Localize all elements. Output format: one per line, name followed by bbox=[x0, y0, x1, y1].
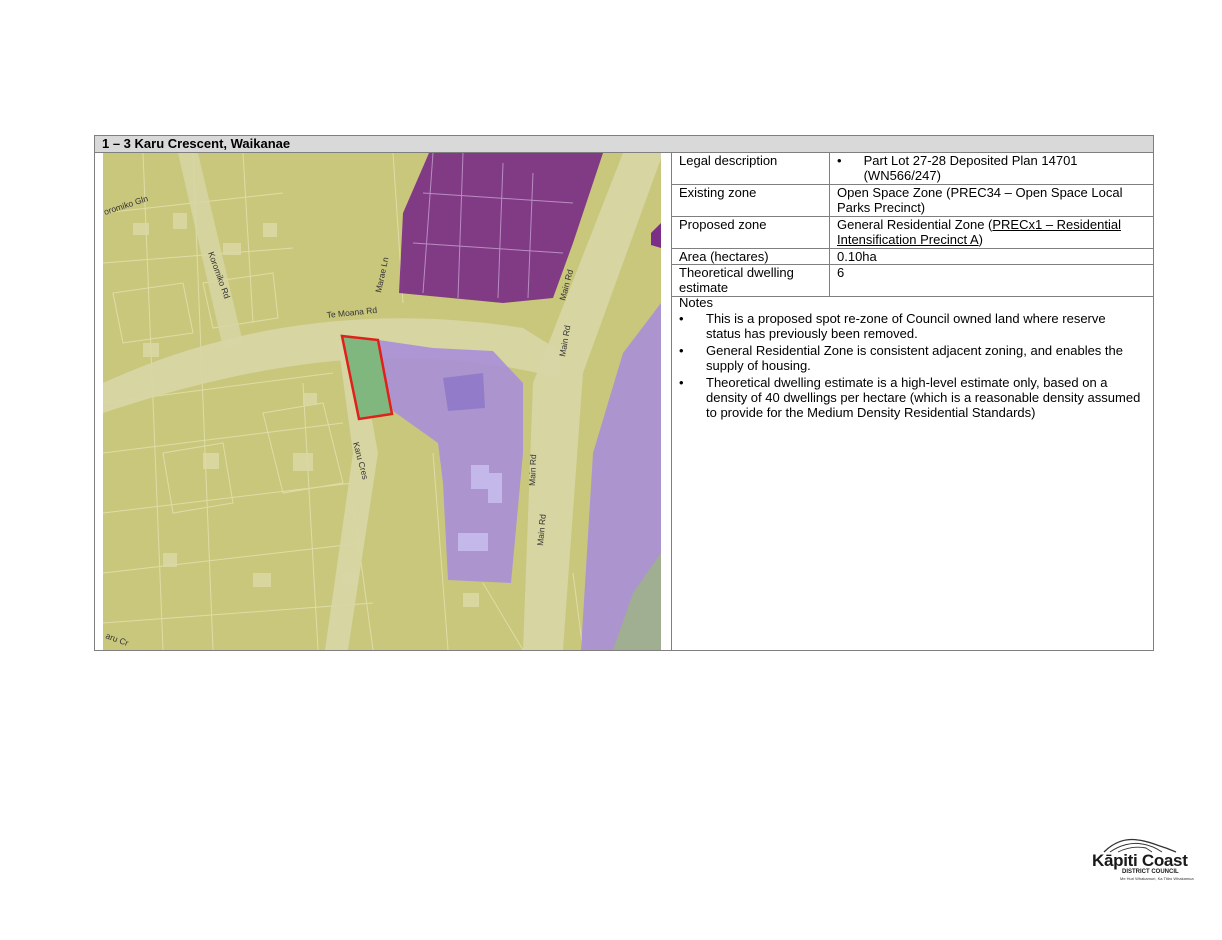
details-table: Legal description • Part Lot 27-28 Depos… bbox=[672, 153, 1154, 297]
row-existing-zone: Existing zone Open Space Zone (PREC34 – … bbox=[672, 184, 1154, 217]
proposed-zone-value: General Residential Zone (PRECx1 – Resid… bbox=[829, 216, 1154, 249]
legal-description-item: • Part Lot 27-28 Deposited Plan 14701 (W… bbox=[837, 153, 1154, 183]
property-table: 1 – 3 Karu Crescent, Waikanae oromiko Gl… bbox=[94, 135, 1154, 651]
notes-section: Notes • This is a proposed spot re-zone o… bbox=[672, 295, 1154, 651]
bullet-icon: • bbox=[679, 375, 684, 390]
proposed-zone-label: Proposed zone bbox=[672, 216, 830, 249]
bullet-icon: • bbox=[837, 153, 842, 168]
area-value: 0.10ha bbox=[829, 248, 1154, 265]
existing-zone-value: Open Space Zone (PREC34 – Open Space Loc… bbox=[829, 184, 1154, 217]
bullet-icon: • bbox=[679, 343, 684, 358]
proposed-zone-prefix: General Residential Zone ( bbox=[837, 217, 993, 232]
row-legal-description: Legal description • Part Lot 27-28 Depos… bbox=[672, 153, 1154, 185]
logo-name: Kāpiti Coast bbox=[1092, 851, 1188, 870]
dwelling-estimate-label: Theoretical dwelling estimate bbox=[672, 264, 830, 297]
row-dwelling-estimate: Theoretical dwelling estimate 6 bbox=[672, 264, 1154, 297]
council-logo: Kāpiti Coast DISTRICT COUNCIL Me Huri Wh… bbox=[1090, 836, 1198, 882]
proposed-zone-suffix: ) bbox=[978, 232, 983, 247]
note-item: • This is a proposed spot re-zone of Coun… bbox=[679, 311, 1154, 341]
logo-tagline: Me Huri Whakamuri, Ka Titiro Whakamua bbox=[1120, 876, 1194, 881]
existing-zone-label: Existing zone bbox=[672, 184, 830, 217]
legal-description-label: Legal description bbox=[672, 153, 830, 185]
notes-heading: Notes bbox=[679, 295, 713, 310]
zoning-map: oromiko Gln Koromiko Rd Marae Ln Te Moan… bbox=[103, 153, 661, 650]
row-area: Area (hectares) 0.10ha bbox=[672, 248, 1154, 265]
logo-subtitle: DISTRICT COUNCIL bbox=[1122, 869, 1179, 875]
property-title: 1 – 3 Karu Crescent, Waikanae bbox=[95, 136, 1153, 153]
area-label: Area (hectares) bbox=[672, 248, 830, 265]
note-text: Theoretical dwelling estimate is a high-… bbox=[706, 375, 1141, 420]
label-main-rd-3: Main Rd bbox=[527, 454, 538, 486]
row-proposed-zone: Proposed zone General Residential Zone (… bbox=[672, 216, 1154, 249]
note-item: • Theoretical dwelling estimate is a high… bbox=[679, 375, 1154, 420]
note-text: This is a proposed spot re-zone of Counc… bbox=[706, 311, 1106, 341]
note-text: General Residential Zone is consistent a… bbox=[706, 343, 1123, 373]
legal-description-value: Part Lot 27-28 Deposited Plan 14701 (WN5… bbox=[863, 153, 1078, 183]
notes-list: • This is a proposed spot re-zone of Coun… bbox=[679, 311, 1154, 420]
dwelling-estimate-value: 6 bbox=[829, 264, 1154, 297]
bullet-icon: • bbox=[679, 311, 684, 326]
note-item: • General Residential Zone is consistent … bbox=[679, 343, 1154, 373]
